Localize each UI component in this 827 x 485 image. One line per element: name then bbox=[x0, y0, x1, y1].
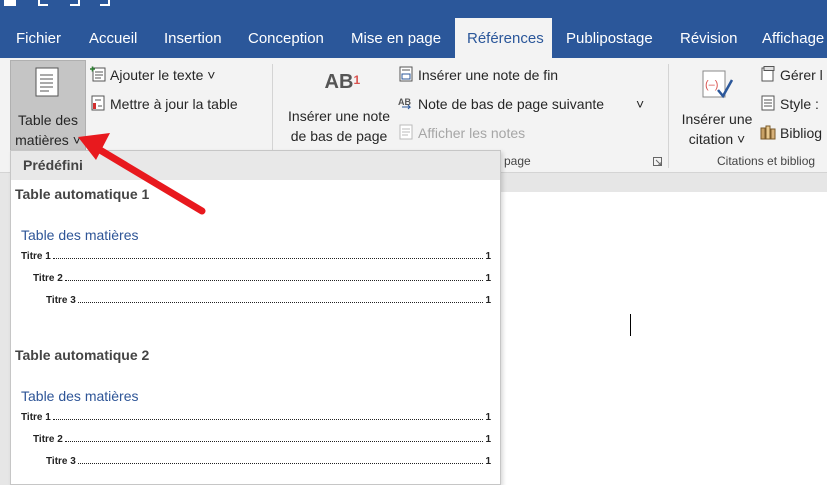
toc-button-label-2: matières ˅ bbox=[15, 132, 81, 148]
manage-sources-icon bbox=[761, 66, 775, 82]
style-label: Style : bbox=[780, 96, 819, 112]
toc-line-label: Titre 3 bbox=[46, 456, 76, 467]
toc-line-label: Titre 2 bbox=[33, 434, 63, 445]
toc-line-label: Titre 2 bbox=[33, 273, 63, 284]
citation-icon: (–) bbox=[702, 70, 734, 99]
next-footnote-label: Note de bas de page suivante bbox=[418, 96, 605, 112]
toc-leader bbox=[64, 273, 484, 281]
tab-mise-en-page[interactable]: Mise en page bbox=[339, 18, 453, 58]
citation-style-select[interactable]: Style : bbox=[760, 93, 819, 115]
svg-text:AB: AB bbox=[398, 97, 411, 107]
toc-preview-line: Titre 1 1 bbox=[21, 251, 491, 263]
show-notes-label: Afficher les notes bbox=[418, 125, 526, 141]
bibliography-button[interactable]: Bibliog bbox=[760, 122, 822, 144]
toc-document-icon bbox=[35, 67, 59, 97]
ribbon-tabs: Fichier Accueil Insertion Conception Mis… bbox=[0, 18, 827, 58]
insert-citation-button[interactable]: (–) Insérer une citation ˅ bbox=[676, 62, 758, 150]
toc-preview-line: Titre 3 1 bbox=[46, 456, 491, 468]
toc-preview-heading: Table des matières bbox=[21, 388, 139, 404]
toc-line-page: 1 bbox=[485, 434, 491, 445]
citations-group-label: Citations et bibliog bbox=[717, 154, 816, 168]
manage-sources-label: Gérer l bbox=[780, 67, 823, 83]
toc-line-page: 1 bbox=[485, 251, 491, 262]
add-text-icon bbox=[90, 66, 106, 82]
toc-preview-line: Titre 3 1 bbox=[46, 295, 491, 307]
tab-conception[interactable]: Conception bbox=[236, 18, 336, 58]
insert-footnote-label-2: de bas de page bbox=[290, 128, 388, 144]
text-cursor bbox=[630, 314, 631, 336]
toc-leader bbox=[77, 456, 484, 464]
toc-gallery-item-1[interactable]: Table automatique 1 Table des matières T… bbox=[11, 180, 500, 340]
dialog-launcher-icon[interactable] bbox=[653, 157, 663, 167]
toc-leader bbox=[77, 295, 484, 303]
tab-accueil[interactable]: Accueil bbox=[77, 18, 149, 58]
gallery-section-header: Prédéfini bbox=[11, 151, 500, 180]
update-table-button[interactable]: Mettre à jour la table bbox=[90, 93, 238, 115]
insert-endnote-label: Insérer une note de fin bbox=[418, 67, 559, 83]
insert-endnote-button[interactable]: Insérer une note de fin bbox=[398, 64, 558, 86]
undo-icon[interactable] bbox=[38, 0, 48, 6]
show-notes-button[interactable]: Afficher les notes bbox=[398, 122, 525, 144]
chevron-down-icon[interactable]: ˅ bbox=[636, 93, 644, 115]
insert-footnote-label-1: Insérer une note bbox=[288, 108, 390, 124]
toc-leader bbox=[52, 412, 484, 420]
toc-leader bbox=[52, 251, 484, 259]
add-text-button[interactable]: Ajouter le texte ˅ bbox=[90, 64, 215, 86]
toc-line-page: 1 bbox=[485, 295, 491, 306]
update-table-label: Mettre à jour la table bbox=[110, 96, 238, 112]
manage-sources-button[interactable]: Gérer l bbox=[760, 64, 823, 86]
add-text-label: Ajouter le texte ˅ bbox=[110, 67, 216, 83]
bibliography-icon bbox=[760, 125, 776, 140]
redo-icon[interactable] bbox=[100, 0, 110, 6]
next-footnote-button[interactable]: AB Note de bas de page suivante ˅ bbox=[398, 93, 653, 115]
toc-preview-line: Titre 2 1 bbox=[33, 273, 491, 285]
toc-preview-line: Titre 2 1 bbox=[33, 434, 491, 446]
svg-text:(–): (–) bbox=[705, 79, 718, 91]
redo-icon[interactable] bbox=[70, 0, 80, 6]
gallery-item-title: Table automatique 1 bbox=[15, 186, 150, 202]
bibliography-label: Bibliog bbox=[780, 125, 823, 141]
toc-button[interactable]: Table des matières ˅ bbox=[10, 60, 86, 152]
toc-line-page: 1 bbox=[485, 456, 491, 467]
save-icon[interactable] bbox=[4, 0, 16, 6]
tab-affichage[interactable]: Affichage bbox=[750, 18, 827, 58]
footnote-icon-text: AB bbox=[324, 71, 354, 93]
toc-button-label-1: Table des bbox=[18, 112, 78, 128]
endnote-icon bbox=[399, 66, 413, 82]
tab-fichier[interactable]: Fichier bbox=[4, 18, 73, 58]
next-footnote-icon: AB bbox=[398, 97, 411, 110]
group-separator bbox=[668, 64, 669, 168]
toc-line-label: Titre 3 bbox=[46, 295, 76, 306]
tab-revision[interactable]: Révision bbox=[668, 18, 750, 58]
style-icon bbox=[761, 95, 775, 111]
toc-preview-heading: Table des matières bbox=[21, 227, 139, 243]
tab-references[interactable]: Références bbox=[455, 18, 552, 58]
tab-publipostage[interactable]: Publipostage bbox=[554, 18, 665, 58]
toc-line-label: Titre 1 bbox=[21, 412, 51, 423]
tab-insertion[interactable]: Insertion bbox=[152, 18, 234, 58]
toc-line-page: 1 bbox=[485, 412, 491, 423]
document-page[interactable] bbox=[500, 192, 827, 485]
footnote-icon: AB 1 bbox=[324, 71, 361, 93]
toc-line-page: 1 bbox=[485, 273, 491, 284]
footnotes-group-label: page bbox=[504, 154, 531, 168]
insert-citation-label-1: Insérer une bbox=[681, 111, 753, 127]
toc-line-label: Titre 1 bbox=[21, 251, 51, 262]
update-table-icon bbox=[91, 95, 105, 111]
toc-leader bbox=[64, 434, 484, 442]
gallery-item-title: Table automatique 2 bbox=[15, 347, 150, 363]
toc-gallery-dropdown: Prédéfini Table automatique 1 Table des … bbox=[10, 150, 501, 485]
insert-footnote-button[interactable]: AB 1 Insérer une note de bas de page bbox=[282, 62, 396, 150]
toc-preview-line: Titre 1 1 bbox=[21, 412, 491, 424]
show-notes-icon bbox=[399, 124, 413, 140]
toc-gallery-item-2[interactable]: Table automatique 2 Table des matières T… bbox=[11, 341, 500, 484]
insert-citation-label-2: citation ˅ bbox=[688, 131, 746, 147]
title-bar bbox=[0, 0, 827, 18]
